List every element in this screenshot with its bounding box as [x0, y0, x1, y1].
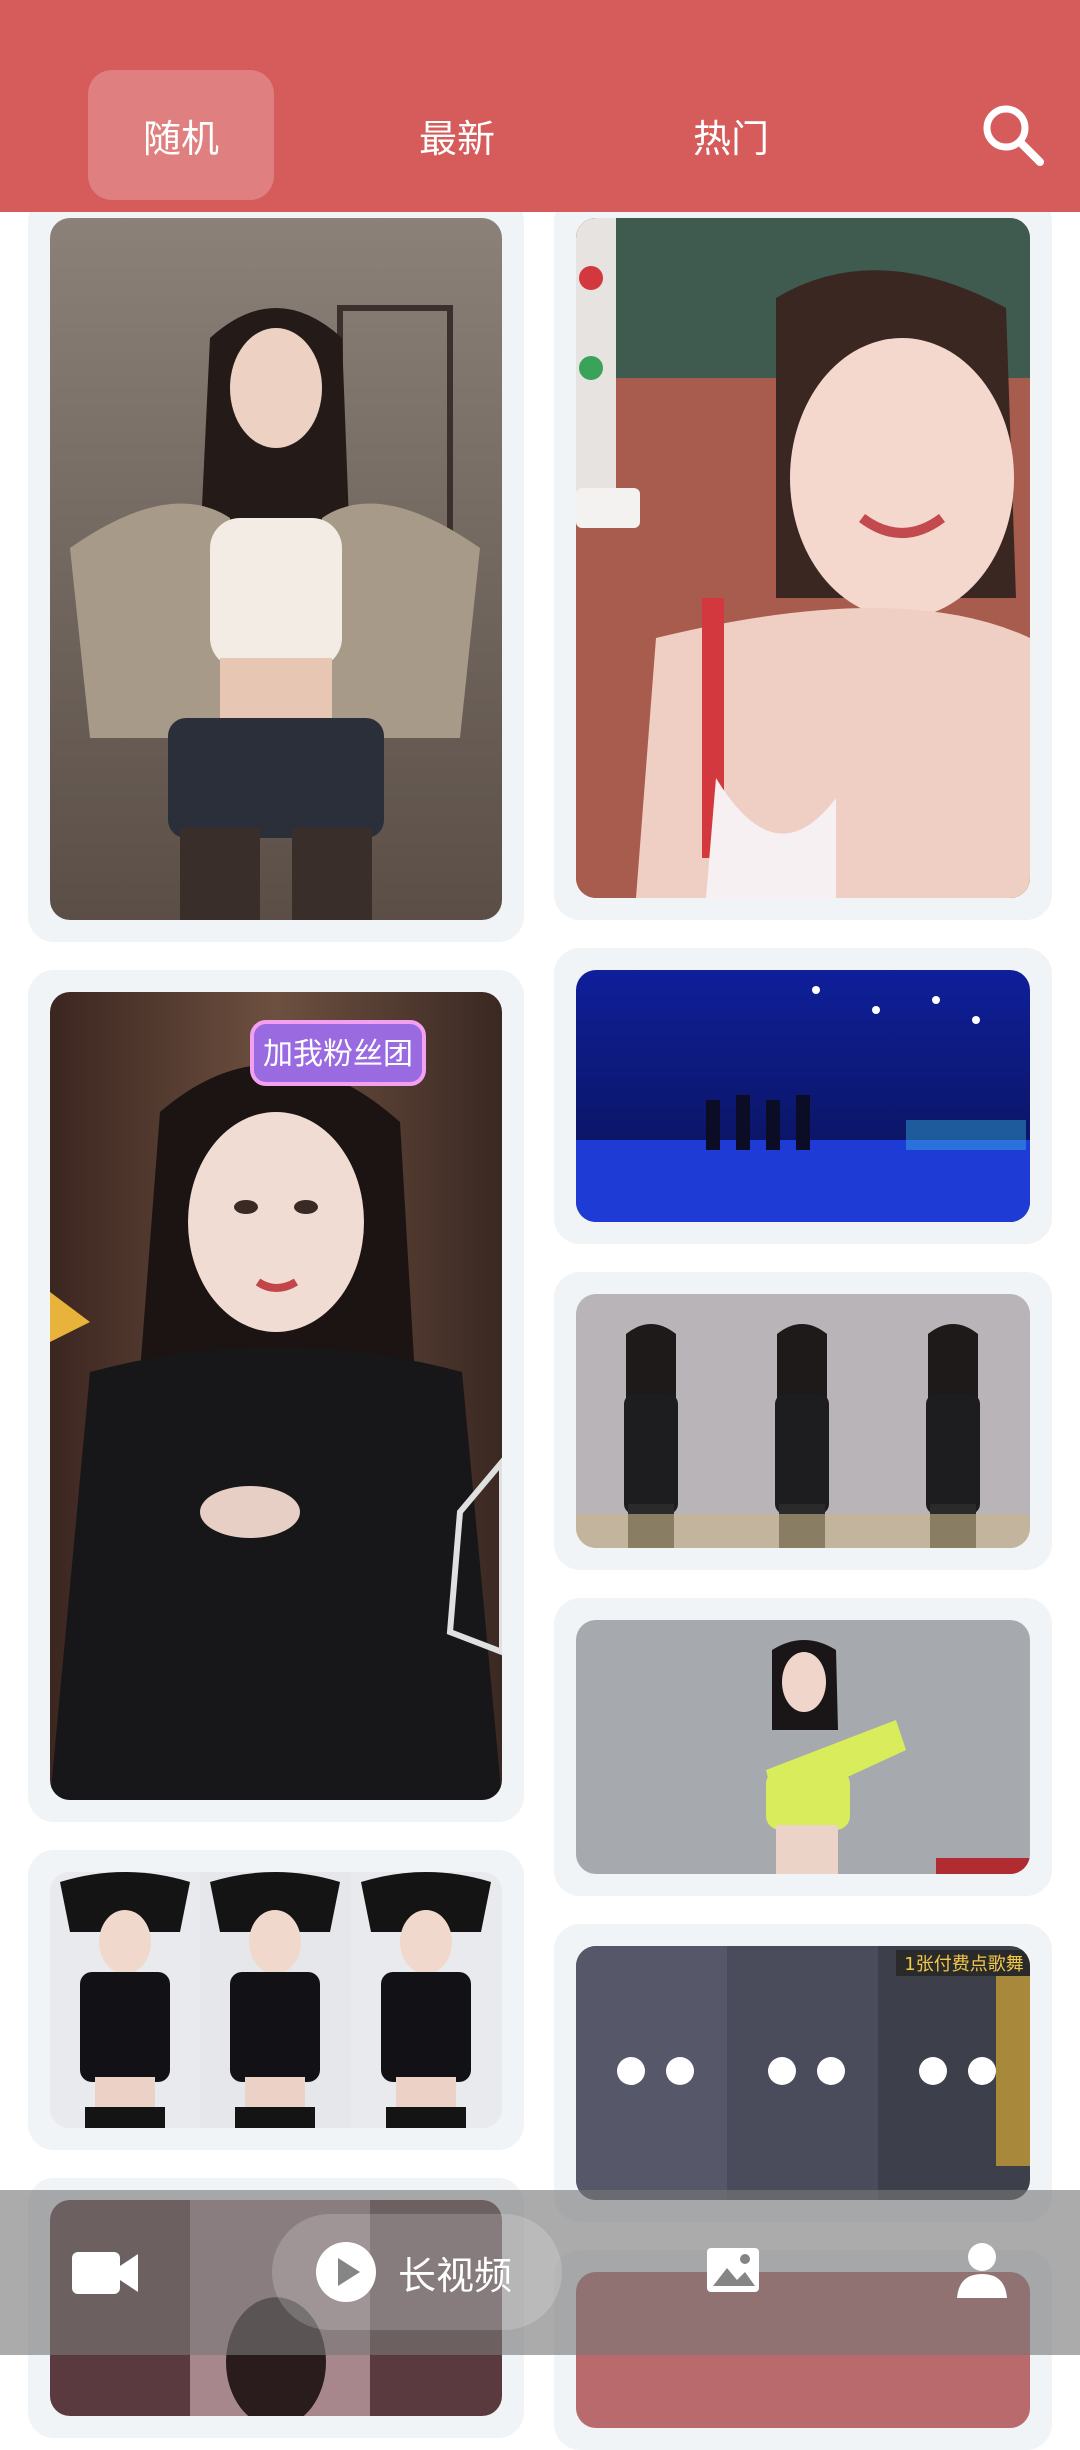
top-bar: 随机 最新 热门	[0, 0, 1080, 212]
video-thumbnail[interactable]: 1张付费点歌舞	[576, 1946, 1030, 2200]
video-camera-icon	[72, 2252, 138, 2294]
video-card[interactable]	[554, 196, 1052, 920]
video-card[interactable]	[28, 196, 524, 942]
paid-dance-banner: 1张付费点歌舞	[904, 1954, 1023, 1975]
video-card[interactable]	[554, 948, 1052, 1244]
video-thumbnail[interactable]	[576, 1294, 1030, 1548]
bottom-nav: 长视频	[0, 2190, 1080, 2355]
fan-club-sticker: 加我粉丝团	[263, 1037, 413, 1072]
video-thumbnail[interactable]	[576, 970, 1030, 1222]
video-card[interactable]	[28, 1850, 524, 2150]
nav-long-video-button[interactable]: 长视频	[272, 2214, 562, 2330]
video-card[interactable]	[554, 1598, 1052, 1896]
video-thumbnail[interactable]	[576, 218, 1030, 898]
tab-latest[interactable]: 最新	[364, 70, 550, 200]
nav-image-button[interactable]	[705, 2242, 761, 2298]
nav-long-video-label: 长视频	[398, 2253, 513, 2298]
nav-profile-button[interactable]	[955, 2240, 1009, 2300]
image-icon	[707, 2248, 759, 2292]
nav-video-button[interactable]	[50, 2240, 150, 2310]
video-feed: 加我粉丝团 1张付费点歌舞	[0, 0, 1080, 2450]
video-thumbnail[interactable]	[50, 218, 502, 920]
video-card[interactable]: 1张付费点歌舞	[554, 1924, 1052, 2222]
video-card[interactable]: 加我粉丝团	[28, 970, 524, 1822]
video-card[interactable]	[554, 1272, 1052, 1570]
tab-label: 随机	[142, 116, 219, 161]
tab-label: 最新	[418, 116, 495, 161]
tab-label: 热门	[692, 116, 769, 161]
tab-hot[interactable]: 热门	[638, 70, 824, 200]
search-icon	[983, 105, 1044, 166]
video-thumbnail[interactable]	[50, 1872, 502, 2128]
user-icon	[957, 2243, 1007, 2298]
video-thumbnail[interactable]: 加我粉丝团	[50, 992, 502, 1800]
search-button[interactable]	[978, 100, 1048, 170]
play-icon	[316, 2242, 376, 2302]
tab-random[interactable]: 随机	[88, 70, 274, 200]
video-thumbnail[interactable]	[576, 1620, 1030, 1874]
